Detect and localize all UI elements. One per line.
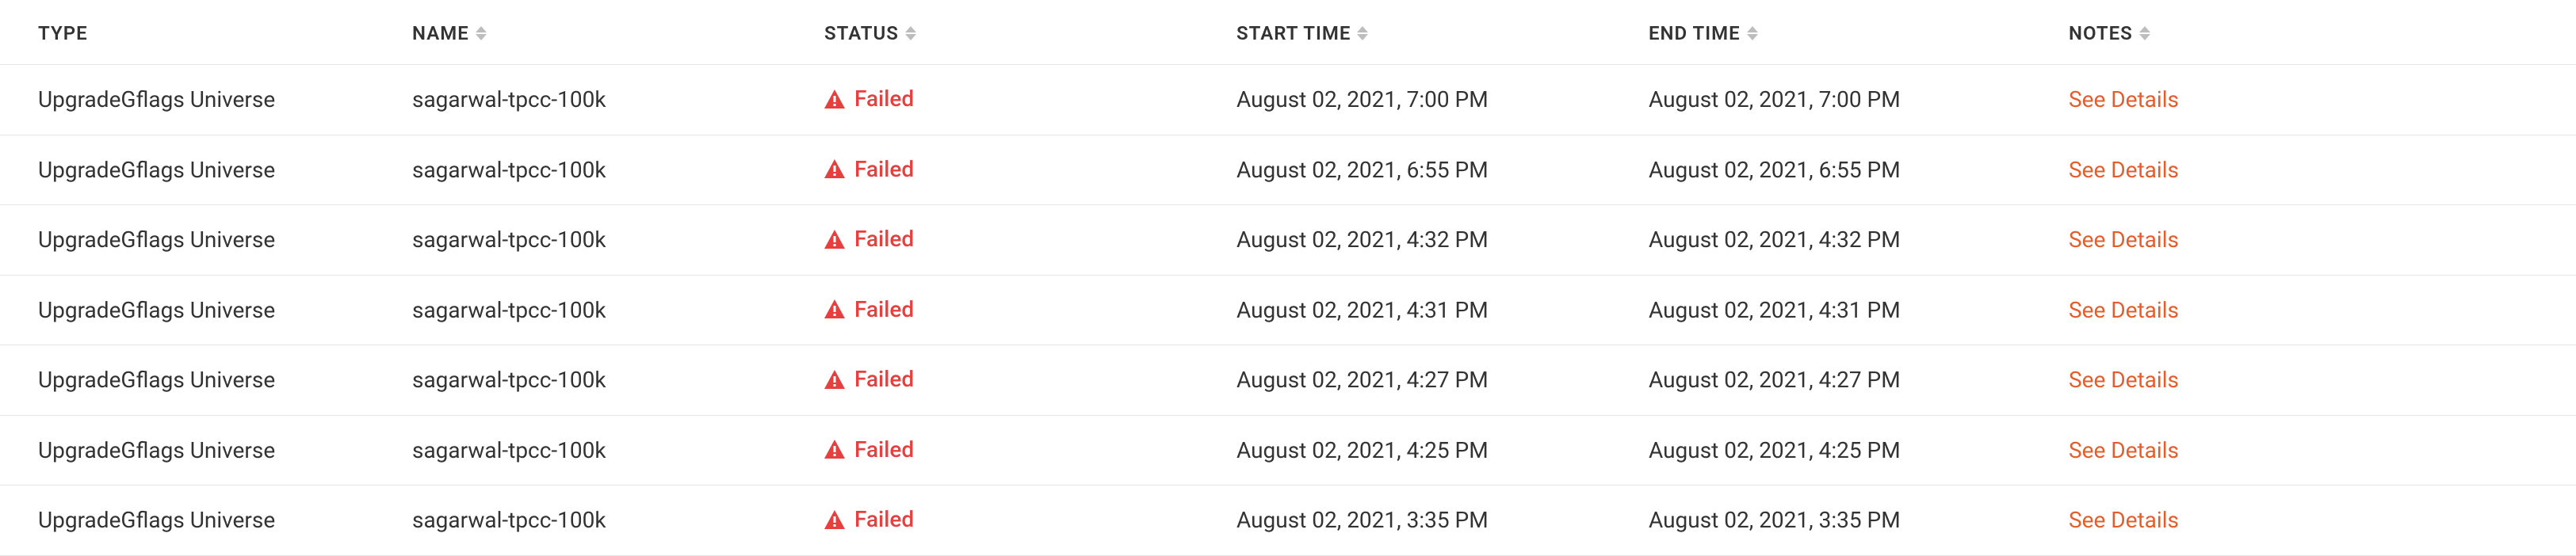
cell-type: UpgradeGflags Universe	[38, 227, 275, 253]
warning-icon	[824, 230, 845, 249]
cell-name: sagarwal-tpcc-100k	[412, 367, 606, 393]
column-header-status-label: STATUS	[824, 22, 899, 44]
cell-start-time: August 02, 2021, 4:32 PM	[1236, 227, 1489, 253]
cell-end-time: August 02, 2021, 4:31 PM	[1649, 297, 1901, 323]
cell-type: UpgradeGflags Universe	[38, 297, 275, 323]
cell-end-time: August 02, 2021, 7:00 PM	[1649, 86, 1901, 112]
status-text: Failed	[854, 436, 914, 463]
warning-icon	[824, 510, 845, 529]
cell-status: Failed	[824, 226, 914, 252]
cell-start-time: August 02, 2021, 3:35 PM	[1236, 507, 1489, 533]
cell-status: Failed	[824, 366, 914, 392]
cell-status: Failed	[824, 506, 914, 532]
cell-start-time: August 02, 2021, 4:27 PM	[1236, 367, 1489, 393]
cell-end-time: August 02, 2021, 6:55 PM	[1649, 157, 1901, 183]
status-text: Failed	[854, 506, 914, 532]
table-row: UpgradeGflags Universe sagarwal-tpcc-100k…	[0, 65, 2576, 135]
column-header-end-label: END TIME	[1649, 22, 1741, 44]
sort-icon	[2139, 26, 2150, 40]
cell-start-time: August 02, 2021, 4:31 PM	[1236, 297, 1489, 323]
cell-status: Failed	[824, 156, 914, 182]
status-text: Failed	[854, 86, 914, 112]
warning-icon	[824, 299, 845, 318]
sort-icon	[1357, 26, 1368, 40]
table-row: UpgradeGflags Universe sagarwal-tpcc-100k…	[0, 135, 2576, 206]
see-details-link[interactable]: See Details	[2069, 367, 2179, 393]
cell-name: sagarwal-tpcc-100k	[412, 157, 606, 183]
cell-type: UpgradeGflags Universe	[38, 367, 275, 393]
sort-icon	[1747, 26, 1758, 40]
cell-start-time: August 02, 2021, 4:25 PM	[1236, 437, 1489, 463]
column-header-start-time[interactable]: START TIME	[1236, 22, 1368, 44]
cell-end-time: August 02, 2021, 4:32 PM	[1649, 227, 1901, 253]
cell-type: UpgradeGflags Universe	[38, 86, 275, 112]
cell-end-time: August 02, 2021, 4:25 PM	[1649, 437, 1901, 463]
table-row: UpgradeGflags Universe sagarwal-tpcc-100k…	[0, 416, 2576, 486]
table-row: UpgradeGflags Universe sagarwal-tpcc-100k…	[0, 486, 2576, 556]
cell-name: sagarwal-tpcc-100k	[412, 297, 606, 323]
cell-name: sagarwal-tpcc-100k	[412, 437, 606, 463]
cell-end-time: August 02, 2021, 4:27 PM	[1649, 367, 1901, 393]
warning-icon	[824, 370, 845, 389]
see-details-link[interactable]: See Details	[2069, 86, 2179, 112]
cell-name: sagarwal-tpcc-100k	[412, 86, 606, 112]
column-header-name[interactable]: NAME	[412, 22, 487, 44]
status-text: Failed	[854, 366, 914, 392]
tasks-table: TYPE NAME STATUS START T	[0, 0, 2576, 556]
status-text: Failed	[854, 156, 914, 182]
column-header-type-label: TYPE	[38, 22, 88, 44]
status-text: Failed	[854, 226, 914, 252]
column-header-notes[interactable]: NOTES	[2069, 22, 2150, 44]
column-header-type[interactable]: TYPE	[38, 22, 88, 44]
see-details-link[interactable]: See Details	[2069, 507, 2179, 533]
column-header-start-label: START TIME	[1236, 22, 1351, 44]
column-header-notes-label: NOTES	[2069, 22, 2133, 44]
cell-status: Failed	[824, 436, 914, 463]
cell-type: UpgradeGflags Universe	[38, 157, 275, 183]
warning-icon	[824, 159, 845, 178]
cell-status: Failed	[824, 86, 914, 112]
table-row: UpgradeGflags Universe sagarwal-tpcc-100k…	[0, 205, 2576, 276]
column-header-name-label: NAME	[412, 22, 469, 44]
cell-end-time: August 02, 2021, 3:35 PM	[1649, 507, 1901, 533]
cell-start-time: August 02, 2021, 6:55 PM	[1236, 157, 1489, 183]
sort-icon	[905, 26, 916, 40]
warning-icon	[824, 89, 845, 109]
cell-name: sagarwal-tpcc-100k	[412, 507, 606, 533]
column-header-end-time[interactable]: END TIME	[1649, 22, 1758, 44]
table-header-row: TYPE NAME STATUS START T	[0, 0, 2576, 65]
sort-icon	[476, 26, 487, 40]
table-body: UpgradeGflags Universe sagarwal-tpcc-100k…	[0, 65, 2576, 556]
see-details-link[interactable]: See Details	[2069, 227, 2179, 253]
cell-status: Failed	[824, 296, 914, 322]
cell-start-time: August 02, 2021, 7:00 PM	[1236, 86, 1489, 112]
table-row: UpgradeGflags Universe sagarwal-tpcc-100k…	[0, 345, 2576, 416]
cell-type: UpgradeGflags Universe	[38, 437, 275, 463]
see-details-link[interactable]: See Details	[2069, 297, 2179, 323]
status-text: Failed	[854, 296, 914, 322]
table-row: UpgradeGflags Universe sagarwal-tpcc-100k…	[0, 276, 2576, 346]
cell-type: UpgradeGflags Universe	[38, 507, 275, 533]
cell-name: sagarwal-tpcc-100k	[412, 227, 606, 253]
see-details-link[interactable]: See Details	[2069, 157, 2179, 183]
warning-icon	[824, 440, 845, 459]
column-header-status[interactable]: STATUS	[824, 22, 916, 44]
see-details-link[interactable]: See Details	[2069, 437, 2179, 463]
